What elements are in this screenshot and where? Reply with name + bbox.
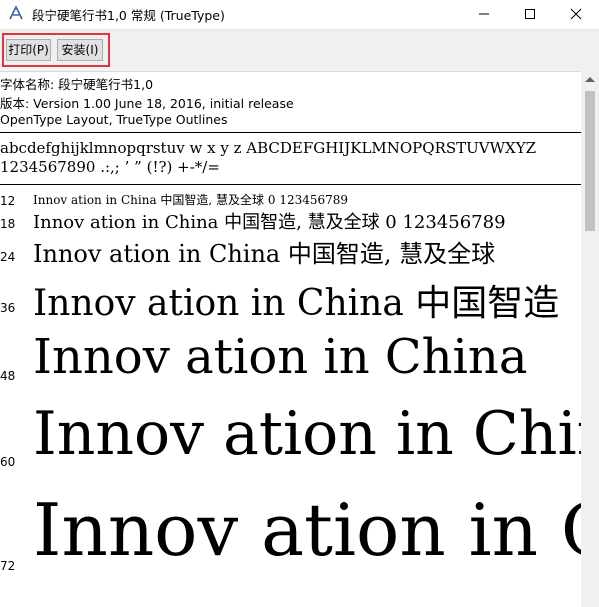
size-label: 60 [0, 455, 16, 469]
size-label: 24 [0, 250, 16, 264]
font-name-line: 字体名称: 段宁硬笔行书1,0 [0, 77, 154, 92]
close-icon [570, 8, 582, 20]
size-label: 12 [0, 194, 16, 208]
install-button[interactable]: 安装(I) [57, 39, 103, 61]
size-sample: Innov ation in China 中国智造, 慧及全球 [33, 240, 496, 268]
size-sample: Innov ation in China 中国智造 [33, 283, 560, 324]
charset-line-symbols: 1234567890 .:,; ’ ” (!?) +-*/= [0, 158, 220, 176]
minimize-button[interactable] [461, 0, 507, 28]
font-layout-line: OpenType Layout, TrueType Outlines [0, 112, 228, 127]
print-button[interactable]: 打印(P) [6, 39, 51, 61]
size-sample: Innov ation in China 中国智造, 慧及全球 0 123456… [33, 212, 506, 233]
toolbar: 打印(P) 安装(I) [0, 29, 599, 72]
size-label: 48 [0, 369, 16, 383]
size-sample: Innov ation in China [33, 488, 581, 572]
size-sample: Innov ation in China [33, 329, 528, 385]
size-sample: Innov ation in China 中国智造, 慧及全球 0 123456… [33, 193, 349, 207]
size-label: 18 [0, 217, 16, 231]
scroll-up-arrow-icon[interactable] [585, 77, 595, 82]
window-title: 段宁硬笔行书1,0 常规 (TrueType) [32, 8, 225, 23]
size-sample: Innov ation in China [33, 399, 581, 469]
close-button[interactable] [553, 0, 599, 28]
vertical-scrollbar[interactable] [581, 71, 599, 607]
charset-line-letters: abcdefghijklmnopqrstuv w x y z ABCDEFGHI… [0, 139, 537, 157]
size-label: 36 [0, 301, 16, 315]
divider [0, 132, 581, 133]
font-version-line: 版本: Version 1.00 June 18, 2016, initial … [0, 96, 294, 111]
sample-list: 12 Innov ation in China 中国智造, 慧及全球 0 123… [0, 186, 581, 607]
title-bar: 段宁硬笔行书1,0 常规 (TrueType) [0, 0, 599, 28]
maximize-icon [525, 9, 535, 19]
divider [0, 184, 581, 185]
size-label: 72 [0, 559, 16, 573]
minimize-icon [479, 13, 489, 15]
font-file-icon [8, 5, 24, 21]
maximize-button[interactable] [507, 0, 553, 28]
scrollbar-thumb[interactable] [585, 91, 595, 231]
